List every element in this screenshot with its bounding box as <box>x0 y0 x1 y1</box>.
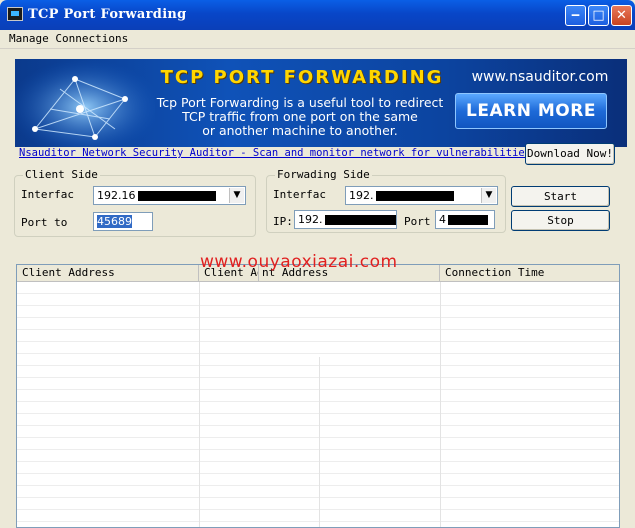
forward-port-input[interactable]: 4 <box>435 210 495 229</box>
redacted-mark <box>137 191 216 201</box>
connections-table[interactable]: Client Address Client Address nt Address… <box>16 264 620 528</box>
column-header-connection-time[interactable]: Connection Time <box>440 265 619 281</box>
forward-interface-label: Interfac <box>273 188 326 201</box>
app-icon <box>7 7 23 21</box>
column-divider <box>440 282 441 527</box>
banner-desc-line: or another machine to another. <box>202 123 398 138</box>
learn-more-button[interactable]: LEARN MORE <box>455 93 607 129</box>
column-header-client-address[interactable]: Client Address <box>17 265 199 281</box>
forward-ip-label: IP: <box>273 215 293 228</box>
promo-banner[interactable]: TCP PORT FORWARDING Tcp Port Forwarding … <box>15 59 627 147</box>
banner-heading: TCP PORT FORWARDING <box>160 67 444 88</box>
forward-interface-dropdown[interactable]: 192. ▼ <box>345 186 498 205</box>
minimize-button[interactable]: ‒ <box>565 5 586 26</box>
menu-manage-connections[interactable]: Manage Connections <box>9 32 128 45</box>
table-rows[interactable] <box>17 282 619 527</box>
forwarding-side-title: Forwading Side <box>275 168 372 181</box>
maximize-button[interactable]: □ <box>588 5 609 26</box>
redacted-mark <box>448 215 488 225</box>
forward-port-value: 4 <box>439 213 446 226</box>
forward-ip-value: 192. <box>298 213 323 226</box>
client-interface-value: 192.16 <box>97 189 136 202</box>
download-now-button[interactable]: Download Now! <box>525 143 615 165</box>
banner-url[interactable]: www.nsauditor.com <box>455 69 625 85</box>
banner-desc-line: Tcp Port Forwarding is a useful tool to … <box>156 95 444 110</box>
redacted-mark <box>375 191 454 201</box>
forward-port-label: Port <box>404 215 431 228</box>
menu-bar: Manage Connections <box>0 30 635 49</box>
minimize-icon: ‒ <box>570 8 581 23</box>
client-port-label: Port to <box>21 216 68 229</box>
client-port-value: 45689 <box>97 215 132 228</box>
watermark-text: www.ouyaoxiazai.com <box>200 252 398 272</box>
column-divider <box>319 357 320 527</box>
column-divider <box>199 282 200 527</box>
network-globe-icon <box>15 59 155 147</box>
forward-interface-value: 192. <box>349 189 374 202</box>
window-title: TCP Port Forwarding <box>28 7 187 22</box>
banner-desc-line: TCP traffic from one port on the same <box>182 109 418 124</box>
start-forwarding-button[interactable]: Start Forwarding <box>511 186 610 222</box>
chevron-down-icon[interactable]: ▼ <box>481 188 496 203</box>
title-bar[interactable]: TCP Port Forwarding ‒ □ ✕ <box>0 0 635 30</box>
stop-button[interactable]: Stop <box>511 210 610 231</box>
nsauditor-link[interactable]: Nsauditor Network Security Auditor - Sca… <box>19 147 537 159</box>
client-port-input[interactable]: 45689 <box>93 212 153 231</box>
client-interface-dropdown[interactable]: 192.16 ▼ <box>93 186 246 205</box>
client-interface-label: Interfac <box>21 188 74 201</box>
client-side-title: Client Side <box>23 168 100 181</box>
forward-ip-input[interactable]: 192. <box>294 210 397 229</box>
close-icon: ✕ <box>616 8 627 23</box>
close-button[interactable]: ✕ <box>611 5 632 26</box>
chevron-down-icon[interactable]: ▼ <box>229 188 244 203</box>
redacted-mark <box>324 215 396 225</box>
banner-description: Tcp Port Forwarding is a useful tool to … <box>150 96 450 138</box>
maximize-icon: □ <box>592 8 605 23</box>
